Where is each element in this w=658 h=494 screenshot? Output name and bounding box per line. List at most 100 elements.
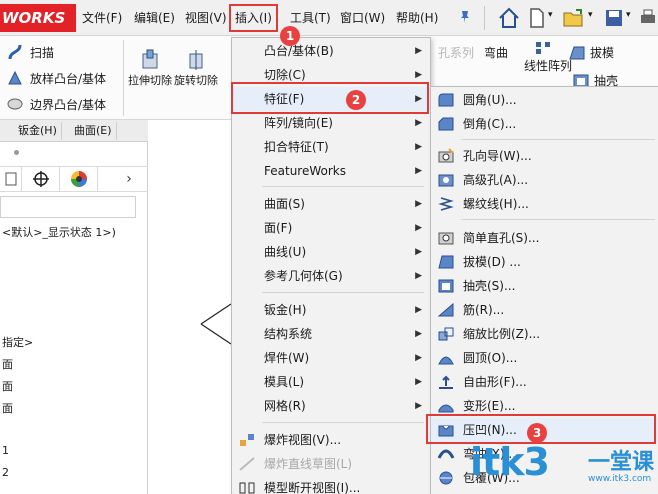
- step-badge-2: 2: [346, 90, 366, 110]
- tree-item[interactable]: 指定>: [2, 334, 33, 350]
- bend-label[interactable]: 弯曲: [484, 44, 508, 61]
- feature-item-simple-hole[interactable]: 简单直孔(S)...: [431, 226, 658, 250]
- menu-item-label: 模具(L): [264, 375, 305, 389]
- hole-series-label[interactable]: 孔系列: [438, 44, 474, 61]
- insert-menu-item[interactable]: 凸台/基体(B) ▶: [232, 39, 430, 63]
- tree-filter-input[interactable]: [0, 196, 136, 218]
- submenu-arrow-icon: ▶: [415, 199, 422, 209]
- tree-item[interactable]: 2: [2, 466, 9, 479]
- feature-item-fillet[interactable]: 圆角(U)...: [431, 88, 658, 112]
- loft-button[interactable]: 放样凸台/基体: [6, 66, 106, 90]
- submenu-arrow-icon: ▶: [415, 223, 422, 233]
- insert-menu-item-exploded-view[interactable]: 爆炸视图(V)...: [232, 428, 430, 452]
- feature-item-hole-wizard[interactable]: 孔向导(W)...: [431, 144, 658, 168]
- panel-next-button[interactable]: ›: [110, 167, 148, 191]
- extrude-cut-button[interactable]: 拉伸切除: [128, 48, 172, 87]
- tab-sheet-metal[interactable]: 钣金(H): [14, 122, 62, 140]
- menu-item-label: 网格(R): [264, 399, 306, 413]
- pin-icon[interactable]: [458, 10, 472, 24]
- menu-item-label: 模型断开视图(I)...: [264, 481, 361, 494]
- feature-item-scale[interactable]: 缩放比例(Z)...: [431, 322, 658, 346]
- chevron-down-icon[interactable]: ▾: [588, 10, 593, 34]
- insert-menu-item[interactable]: 钣金(H) ▶: [232, 298, 430, 322]
- print-icon[interactable]: [638, 6, 658, 30]
- chevron-down-icon[interactable]: ▾: [626, 10, 631, 34]
- extrude-cut-label: 拉伸切除: [128, 74, 172, 87]
- boundary-label: 边界凸台/基体: [30, 97, 107, 112]
- menu-edit[interactable]: 编辑(E): [134, 8, 175, 28]
- sweep-button[interactable]: 扫描: [6, 40, 54, 64]
- insert-menu-item[interactable]: 模具(L) ▶: [232, 370, 430, 394]
- open-folder-icon[interactable]: [562, 6, 586, 30]
- menu-item-label: 结构系统: [264, 327, 313, 341]
- menu-item-label: 筋(R)...: [463, 303, 505, 317]
- tab-surface[interactable]: 曲面(E): [70, 122, 117, 140]
- submenu-arrow-icon: ▶: [415, 377, 422, 387]
- menu-separator: [262, 292, 424, 293]
- insert-menu-item[interactable]: 面(F) ▶: [232, 216, 430, 240]
- submenu-arrow-icon: ▶: [415, 166, 422, 176]
- save-icon[interactable]: [604, 6, 624, 30]
- boundary-button[interactable]: 边界凸台/基体: [6, 92, 106, 116]
- property-manager-tab[interactable]: [0, 167, 22, 191]
- feature-item-draft[interactable]: 拔模(D) ...: [431, 250, 658, 274]
- insert-menu-item-explode-line-sketch: 爆炸直线草图(L): [232, 452, 430, 476]
- tree-item[interactable]: 面: [2, 378, 13, 394]
- draft-label: 拔模: [590, 46, 615, 60]
- watermark-subtitle: 一堂课: [588, 450, 655, 475]
- tree-item[interactable]: 面: [2, 356, 13, 372]
- loft-icon: [8, 70, 22, 85]
- feature-item-dome[interactable]: 圆顶(O)...: [431, 346, 658, 370]
- submenu-arrow-icon: ▶: [415, 247, 422, 257]
- explode-line-sketch-icon: [239, 457, 255, 471]
- chevron-down-icon[interactable]: ▾: [548, 10, 553, 34]
- toolbar-separator: [123, 40, 124, 116]
- menu-item-label: FeatureWorks: [264, 164, 346, 178]
- insert-menu-item-break-view[interactable]: 模型断开视图(I)...: [232, 476, 430, 494]
- revolve-cut-label: 旋转切除: [174, 74, 218, 87]
- tree-item[interactable]: 1: [2, 444, 9, 457]
- feature-item-advanced-hole[interactable]: 高级孔(A)...: [431, 168, 658, 192]
- feature-manager-panel: 钣金(H) 曲面(E) › <默认>_显示状态 1>) 指定> 面 面 面 1 …: [0, 120, 148, 494]
- menu-help[interactable]: 帮助(H): [396, 8, 438, 28]
- menu-item-label: 自由形(F)...: [463, 375, 527, 389]
- insert-menu-item[interactable]: 扣合特征(T) ▶: [232, 135, 430, 159]
- submenu-arrow-icon: ▶: [415, 271, 422, 281]
- insert-menu-item[interactable]: FeatureWorks ▶: [232, 159, 430, 183]
- insert-menu-item[interactable]: 曲面(S) ▶: [232, 192, 430, 216]
- draft-icon: [438, 255, 454, 269]
- feature-item-chamfer[interactable]: 倒角(C)...: [431, 112, 658, 136]
- insert-menu-item[interactable]: 阵列/镜向(E) ▶: [232, 111, 430, 135]
- menu-item-label: 阵列/镜向(E): [264, 116, 333, 130]
- insert-menu-item[interactable]: 焊件(W) ▶: [232, 346, 430, 370]
- new-document-icon[interactable]: [528, 6, 546, 30]
- linear-pattern-button[interactable]: 线性阵列: [524, 40, 573, 73]
- menu-tools[interactable]: 工具(T): [290, 8, 331, 28]
- feature-item-freeform[interactable]: 自由形(F)...: [431, 370, 658, 394]
- menu-file[interactable]: 文件(F): [82, 8, 122, 28]
- configuration-tab[interactable]: [22, 167, 60, 191]
- feature-item-thread[interactable]: 螺纹线(H)...: [431, 192, 658, 216]
- tree-item[interactable]: 面: [2, 400, 13, 416]
- linear-pattern-label: 线性阵列: [524, 59, 573, 73]
- home-icon[interactable]: [498, 6, 520, 30]
- menu-window[interactable]: 窗口(W): [340, 8, 385, 28]
- menu-item-label: 螺纹线(H)...: [463, 197, 529, 211]
- appearance-tab[interactable]: [60, 167, 98, 191]
- insert-menu-item[interactable]: 网格(R) ▶: [232, 394, 430, 418]
- revolve-cut-button[interactable]: 旋转切除: [174, 48, 218, 87]
- app-logo: WORKS: [0, 4, 76, 32]
- sweep-icon: [8, 44, 22, 60]
- menu-item-label: 缩放比例(Z)...: [463, 327, 541, 341]
- splitter-dot[interactable]: [14, 150, 19, 155]
- insert-menu-item[interactable]: 曲线(U) ▶: [232, 240, 430, 264]
- insert-menu-item[interactable]: 结构系统 ▶: [232, 322, 430, 346]
- feature-highlight-box: [231, 82, 429, 114]
- menu-item-label: 曲线(U): [264, 245, 307, 259]
- insert-menu-item[interactable]: 参考几何体(G) ▶: [232, 264, 430, 288]
- feature-item-rib[interactable]: 筋(R)...: [431, 298, 658, 322]
- menu-insert[interactable]: 插入(I): [229, 4, 278, 32]
- draft-button[interactable]: 拔模: [568, 44, 614, 61]
- feature-item-shell[interactable]: 抽壳(S)...: [431, 274, 658, 298]
- menu-view[interactable]: 视图(V): [185, 8, 227, 28]
